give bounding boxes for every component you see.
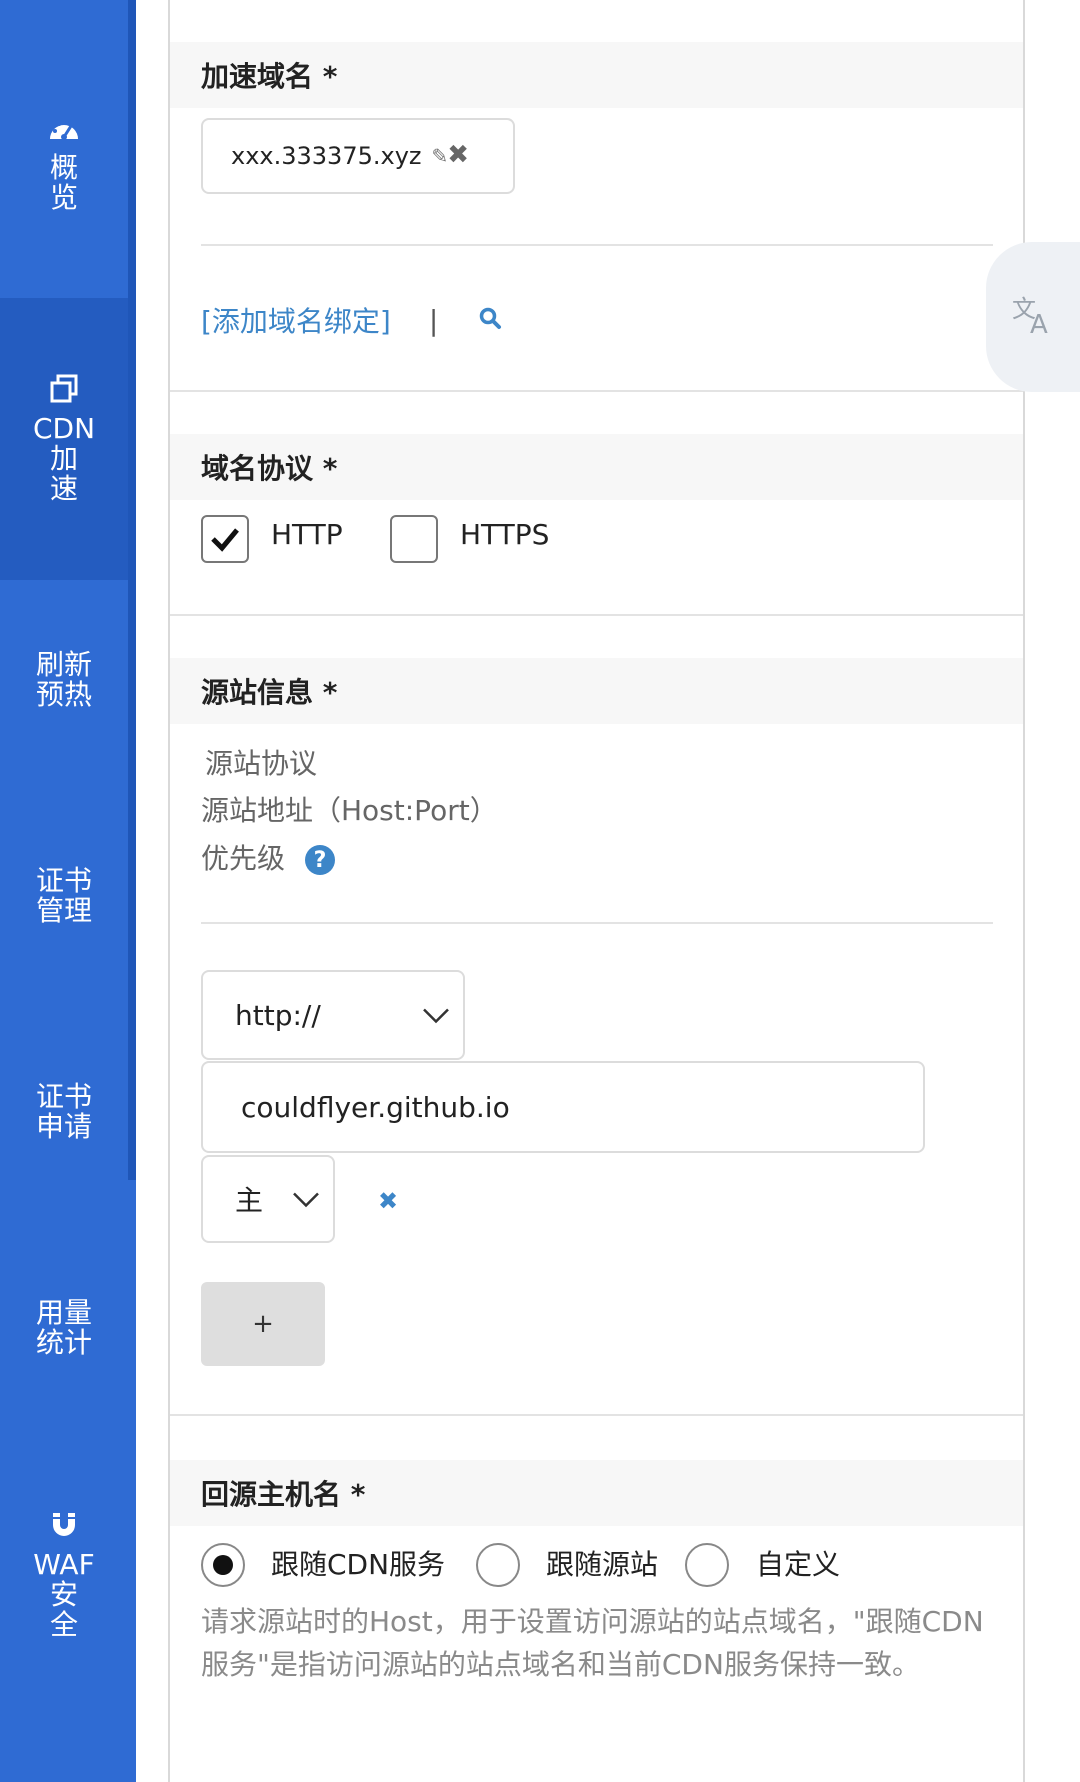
divider [201,922,993,924]
svg-text:A: A [1030,310,1048,337]
sidebar-item-refresh[interactable]: 刷新 预热 [0,620,128,740]
divider [170,614,1023,616]
translate-icon: 文 A [1010,293,1056,341]
sidebar-item-usage[interactable]: 用量 统计 [0,1268,128,1388]
translate-button[interactable]: 文 A [986,242,1080,392]
pencil-icon[interactable]: ✎ [432,144,449,168]
sidebar-item-overview[interactable]: 概 览 [0,100,128,228]
origin-address-input[interactable]: couldflyer.github.io [201,1061,925,1153]
section-title-origin-host: 回源主机名 * [170,1460,1023,1526]
radio-follow-cdn[interactable] [201,1543,245,1587]
http-checkbox[interactable] [201,515,249,563]
origin-protocol-select[interactable]: http:// [201,970,465,1060]
search-icon[interactable] [478,304,502,337]
sidebar-item-label: 概 览 [49,151,78,214]
origin-protocol-value: http:// [235,998,321,1032]
domain-value: xxx.333375.xyz [231,142,422,170]
origin-host-description: 请求源站时的Host，用于设置访问源站的站点域名，"跟随CDN服务"是指访问源站… [201,1605,984,1681]
sidebar-item-label: 刷新 预热 [35,648,92,711]
domain-chip[interactable]: xxx.333375.xyz ✎ ✖ [201,118,515,194]
dashboard-gauge-icon [47,115,81,149]
origin-address-label: 源站地址（Host:Port） [201,794,498,827]
link-separator: | [428,303,439,337]
section-title-domain: 加速域名 * [170,42,1023,108]
close-icon[interactable]: ✖ [447,140,469,170]
priority-select[interactable]: 主 [201,1155,335,1243]
sidebar-item-label: 证书 申请 [35,1080,92,1143]
priority-label: 优先级 [201,842,286,875]
magnet-icon [49,1510,79,1546]
section-title-protocol: 域名协议 * [170,434,1023,500]
copy-windows-icon [49,374,79,410]
sidebar-item-label: CDN 加 速 [32,412,96,505]
chevron-down-icon [421,999,451,1032]
add-origin-button[interactable]: + [201,1282,325,1366]
sidebar-item-label: 证书 管理 [35,864,92,927]
sidebar-item-cert-manage[interactable]: 证书 管理 [0,836,128,956]
priority-value: 主 [235,1184,264,1217]
sidebar-item-waf[interactable]: WAF 安 全 [0,1500,128,1650]
radio-custom-label: 自定义 [756,1548,841,1581]
sidebar-item-cdn[interactable]: CDN 加 速 [0,298,128,580]
chevron-down-icon [291,1183,321,1216]
https-label: HTTPS [460,518,550,551]
sidebar-item-label: WAF 安 全 [33,1548,95,1641]
divider [170,1414,1023,1416]
sidebar-item-cert-apply[interactable]: 证书 申请 [0,1052,128,1172]
help-icon[interactable]: ? [305,845,336,875]
radio-follow-origin[interactable] [476,1543,520,1587]
add-domain-binding-link[interactable]: [添加域名绑定] [201,300,391,340]
http-label: HTTP [271,518,343,551]
section-title-origin: 源站信息 * [170,658,1023,724]
sidebar-item-label: 用量 统计 [35,1296,92,1359]
divider [201,244,993,246]
checkmark-icon [211,528,239,552]
radio-follow-origin-label: 跟随源站 [546,1548,659,1581]
priority-label-row: 优先级? [201,837,336,877]
origin-protocol-label: 源站协议 [205,747,318,780]
sidebar-scrollbar[interactable] [128,0,136,1180]
sidebar: 概 览 CDN 加 速 刷新 预热 证书 管理 证书 申请 用量 统计 WAF … [0,0,136,1782]
domain-actions: [添加域名绑定] | [201,295,502,345]
radio-follow-cdn-label: 跟随CDN服务 [271,1548,446,1581]
divider [170,390,1023,392]
https-checkbox[interactable] [390,515,438,563]
remove-origin-icon[interactable]: ✖ [378,1187,398,1215]
radio-custom[interactable] [685,1543,729,1587]
cdn-form-panel: 加速域名 * xxx.333375.xyz ✎ ✖ [添加域名绑定] | 域名协… [168,0,1025,1782]
origin-address-value: couldflyer.github.io [241,1090,510,1124]
